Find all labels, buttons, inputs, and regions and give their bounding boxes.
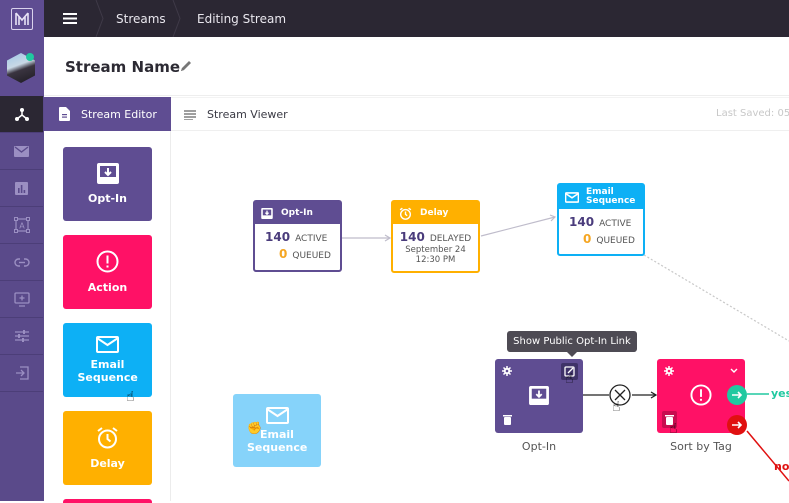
link-icon xyxy=(13,257,30,267)
tab-stream-viewer[interactable]: Stream Viewer Last Saved: 05.1 xyxy=(171,97,789,131)
queued-count: 0 xyxy=(583,232,592,246)
sidebar-item-pages[interactable] xyxy=(0,281,43,318)
alert-icon xyxy=(96,250,119,273)
monitor-plus-icon xyxy=(13,291,30,307)
logo-mark-icon xyxy=(11,7,33,30)
tab-stream-editor-label: Stream Editor xyxy=(81,107,157,121)
grab-cursor-icon: ✊ xyxy=(247,421,262,435)
envelope-icon xyxy=(265,407,289,424)
breadcrumb-separator xyxy=(172,0,181,37)
active-count: 140 xyxy=(569,215,595,229)
delay-time: 12:30 PM xyxy=(415,255,456,265)
queued-label: QUEUED xyxy=(292,251,331,261)
viewer-node-opt-in[interactable]: Opt-In 140 ACTIVE 0 QUEUED xyxy=(253,200,342,272)
tab-stream-viewer-label: Stream Viewer xyxy=(207,108,288,121)
chevron-down-icon[interactable] xyxy=(730,368,738,373)
connector-email-dotted xyxy=(643,254,789,342)
text-frame-icon: A xyxy=(13,217,30,233)
arrow-right-icon xyxy=(731,421,742,429)
active-count: 140 xyxy=(265,230,291,244)
alert-icon xyxy=(690,384,712,406)
trash-icon[interactable] xyxy=(503,414,512,425)
no-label: no xyxy=(774,460,789,473)
palette-tile-opt-in[interactable]: Opt-In xyxy=(63,147,152,221)
palette-tile-label: Action xyxy=(87,281,128,294)
alarm-clock-icon xyxy=(399,207,412,220)
viewer-node-delay[interactable]: Delay 140 DELAYED September 24 12:30 PM xyxy=(391,200,480,273)
palette-tile-partial[interactable] xyxy=(63,499,152,503)
element-palette: Opt-In Action Email Sequence Delay ☝ xyxy=(44,131,171,503)
tab-stream-editor[interactable]: Stream Editor xyxy=(44,97,171,131)
chart-icon xyxy=(15,181,28,195)
yes-branch-button[interactable] xyxy=(727,385,747,405)
yes-label: yes xyxy=(771,387,789,400)
opt-in-caption: Opt-In xyxy=(521,440,557,453)
svg-text:A: A xyxy=(19,222,25,231)
node-title: Opt-In xyxy=(281,208,313,218)
node-title: Delay xyxy=(420,208,449,218)
hamburger-icon xyxy=(63,13,77,24)
opt-in-icon xyxy=(96,163,119,184)
list-icon xyxy=(184,110,196,120)
no-branch-button[interactable] xyxy=(727,415,747,435)
sidebar-item-settings[interactable] xyxy=(0,318,43,355)
node-title: Email Sequence xyxy=(586,187,636,206)
sign-in-icon xyxy=(15,366,29,380)
pencil-icon[interactable] xyxy=(179,59,193,73)
queued-count: 0 xyxy=(279,247,288,261)
connector-no xyxy=(746,430,789,482)
sidebar-item-import[interactable] xyxy=(0,355,43,392)
hand-cursor-icon: ☝ xyxy=(669,421,678,437)
breadcrumb-editing-stream: Editing Stream xyxy=(197,11,287,26)
delayed-count: 140 xyxy=(399,230,425,244)
hand-cursor-icon: ☝ xyxy=(612,399,621,415)
page-header: Stream Name xyxy=(44,37,789,96)
breadcrumb-separator xyxy=(95,0,104,37)
palette-tile-label: Email Sequence xyxy=(77,358,138,384)
sidebar-item-reports[interactable] xyxy=(0,170,43,207)
connector-delay-email xyxy=(480,216,556,237)
viewer-node-email-sequence[interactable]: Email Sequence 140 ACTIVE 0 QUEUED xyxy=(557,183,645,256)
breadcrumb-streams[interactable]: Streams xyxy=(116,0,166,37)
sidebar-item-streams[interactable] xyxy=(0,96,43,133)
hand-cursor-icon: ☝ xyxy=(126,389,135,405)
delay-date: September 24 xyxy=(405,245,466,255)
sliders-icon xyxy=(14,330,29,342)
queued-label: QUEUED xyxy=(596,236,635,246)
gear-icon[interactable] xyxy=(502,366,512,376)
menu-button[interactable] xyxy=(44,0,96,37)
streams-icon xyxy=(14,108,29,121)
sidebar-item-text[interactable]: A xyxy=(0,207,43,244)
palette-tile-delay[interactable]: Delay xyxy=(63,411,152,485)
app-logo[interactable] xyxy=(0,0,44,37)
online-status-dot xyxy=(26,53,34,61)
opt-in-icon xyxy=(529,386,549,405)
document-icon xyxy=(59,107,70,121)
user-avatar-area[interactable] xyxy=(0,37,44,96)
stream-canvas[interactable]: Opt-In 140 ACTIVE 0 QUEUED Delay 140 DELAYE… xyxy=(172,131,789,501)
delayed-label: DELAYED xyxy=(429,234,472,244)
active-label: ACTIVE xyxy=(599,219,632,229)
envelope-icon xyxy=(565,191,579,203)
sort-by-tag-caption: Sort by Tag xyxy=(670,440,732,453)
page-title: Stream Name xyxy=(65,58,180,76)
sidebar-item-links[interactable] xyxy=(0,244,43,281)
gear-icon[interactable] xyxy=(664,366,674,376)
palette-tile-email-sequence[interactable]: Email Sequence xyxy=(63,323,152,397)
sidebar-item-mail[interactable] xyxy=(0,133,43,170)
hand-cursor-icon: ☝ xyxy=(565,371,574,387)
mail-icon xyxy=(14,145,29,157)
palette-tile-action[interactable]: Action xyxy=(63,235,152,309)
arrow-right-icon xyxy=(731,391,742,399)
palette-tile-label: Opt-In xyxy=(88,192,127,205)
envelope-icon xyxy=(96,336,119,353)
active-label: ACTIVE xyxy=(295,234,328,244)
alarm-clock-icon xyxy=(97,427,118,449)
tooltip: Show Public Opt-In Link xyxy=(507,331,637,357)
last-saved-status: Last Saved: 05.1 xyxy=(716,108,789,119)
palette-tile-label: Delay xyxy=(90,457,125,470)
opt-in-icon xyxy=(261,207,273,219)
